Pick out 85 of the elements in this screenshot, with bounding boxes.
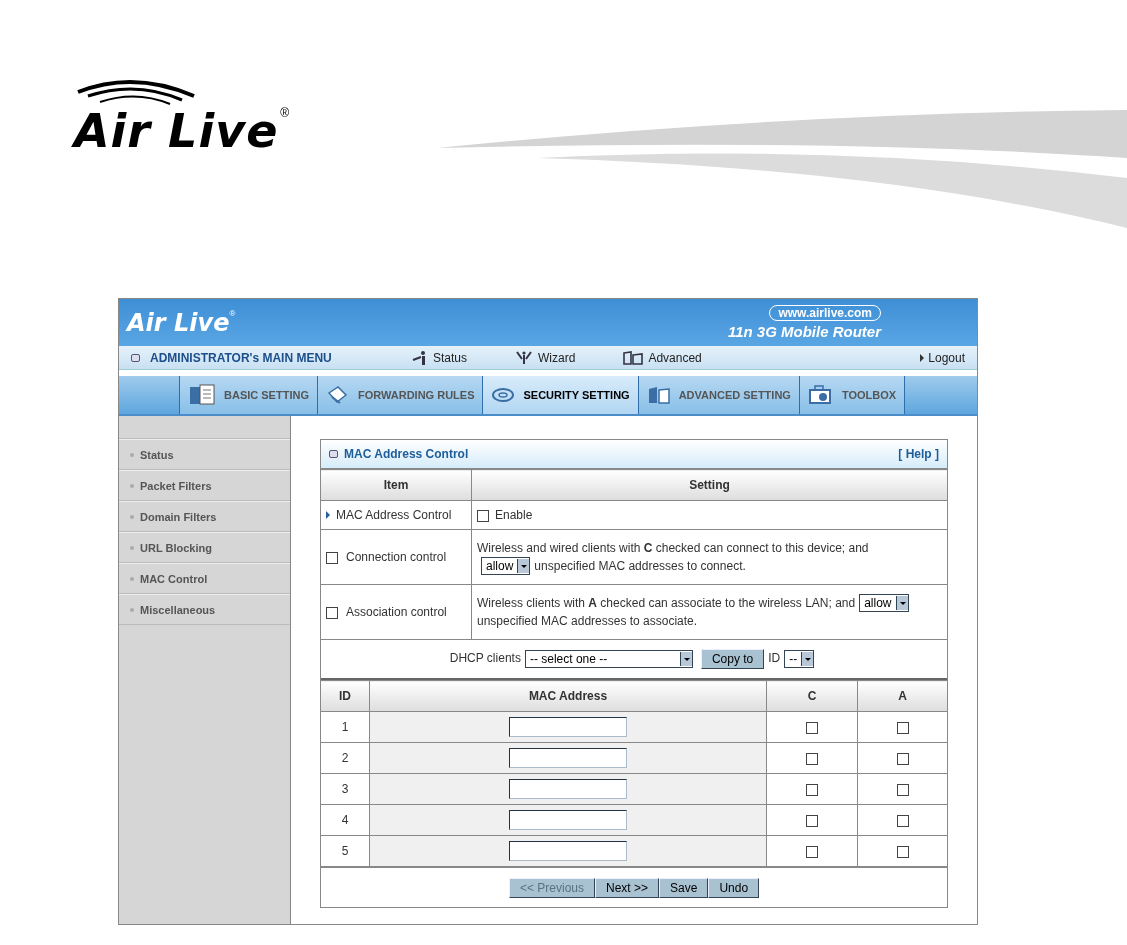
row-id: 1: [341, 720, 349, 734]
dropdown[interactable]: allow: [859, 594, 909, 613]
product-name: 11n 3G Mobile Router: [727, 323, 881, 340]
checkbox[interactable]: [806, 783, 818, 796]
item-label: Association control: [346, 605, 447, 619]
menu-link[interactable]: Advanced: [623, 350, 702, 365]
checkbox-label: Enable: [495, 508, 533, 522]
checkbox[interactable]: [326, 551, 338, 564]
checkbox[interactable]: [806, 845, 818, 858]
nav-tab[interactable]: FORWARDING RULES: [317, 376, 484, 414]
nav-tab[interactable]: ADVANCED SETTING: [638, 376, 800, 414]
setting-description: Wireless clients with A checked can associate to the wireless LAN; and: [477, 595, 856, 610]
sidebar-item[interactable]: Status: [119, 439, 290, 470]
setting-description: Wireless and wired clients with C checked can connect to this device; and: [477, 540, 869, 555]
mac-address-field[interactable]: [509, 810, 627, 830]
logo-text: Air Live: [127, 308, 230, 337]
action-button[interactable]: Save: [659, 877, 709, 898]
toolbox-icon: [807, 385, 834, 405]
mac-address-field[interactable]: [509, 779, 627, 799]
person-icon: [412, 350, 428, 365]
checkbox[interactable]: [896, 814, 909, 827]
action-button[interactable]: Next >>: [595, 877, 659, 898]
column-header: MAC Address: [369, 680, 767, 712]
bullet-icon: [130, 452, 134, 457]
setting-description: unspecified MAC addresses to associate.: [477, 614, 698, 629]
item-label: MAC Address Control: [336, 508, 452, 522]
item-label: Connection control: [346, 550, 447, 564]
sidebar-item[interactable]: MAC Control: [119, 563, 290, 594]
sidebar-item[interactable]: Domain Filters: [119, 501, 290, 532]
bullet-icon: [130, 514, 134, 519]
checkbox[interactable]: [896, 721, 909, 734]
sidebar-item[interactable]: URL Blocking: [119, 532, 290, 563]
checkbox[interactable]: [477, 509, 489, 522]
column-header: Item: [321, 469, 472, 501]
checkbox[interactable]: [896, 752, 909, 765]
bullet-icon: [130, 607, 134, 612]
column-header: Setting: [471, 469, 947, 501]
mac-address-field[interactable]: [509, 841, 627, 861]
nav-tab[interactable]: TOOLBOX: [799, 376, 906, 414]
menu-link[interactable]: Wizard: [515, 350, 576, 365]
bullet-icon: [130, 576, 134, 581]
checkbox[interactable]: [806, 721, 818, 734]
mac-address-field[interactable]: [509, 717, 627, 737]
checkbox[interactable]: [326, 606, 338, 619]
folder-icon: [623, 350, 644, 365]
row-id: 4: [341, 813, 349, 827]
help-link[interactable]: [ Help ]: [898, 447, 939, 461]
nut-icon: [491, 386, 516, 404]
square-bullet-icon: [131, 353, 140, 362]
triangle-icon: [326, 511, 330, 519]
row-id: 3: [341, 782, 349, 796]
sidebar-item[interactable]: Miscellaneous: [119, 594, 290, 625]
nav-tab[interactable]: BASIC SETTING: [180, 376, 318, 414]
document-icon: [188, 384, 216, 406]
square-bullet-icon: [329, 450, 338, 458]
dropdown[interactable]: allow: [481, 557, 531, 576]
column-header: ID: [321, 680, 370, 712]
triangle-icon: [920, 353, 925, 362]
checkbox[interactable]: [896, 845, 909, 858]
nav-tab[interactable]: SECURITY SETTING: [483, 376, 639, 414]
field-label: DHCP clients: [449, 651, 521, 666]
column-header: C: [766, 680, 858, 712]
action-button[interactable]: Undo: [708, 877, 760, 898]
logout-link[interactable]: Logout: [920, 350, 965, 365]
checkbox[interactable]: [896, 783, 909, 796]
panel-title: MAC Address Control: [344, 447, 470, 461]
row-id: 5: [341, 844, 349, 858]
bullet-icon: [130, 483, 134, 488]
menu-link[interactable]: Status: [412, 350, 468, 365]
menu-title: ADMINISTRATOR's MAIN MENU: [150, 350, 333, 365]
sidebar-item[interactable]: Packet Filters: [119, 470, 290, 501]
registered-mark: ®: [229, 308, 236, 318]
bullet-icon: [130, 545, 134, 550]
mac-address-field[interactable]: [509, 748, 627, 768]
field-label: ID: [768, 651, 781, 666]
checkbox[interactable]: [806, 814, 818, 827]
column-header: A: [857, 680, 947, 712]
checkbox[interactable]: [806, 752, 818, 765]
row-id: 2: [341, 751, 349, 765]
dropdown[interactable]: -- select one --: [524, 650, 693, 668]
dropdown[interactable]: --: [784, 650, 815, 668]
copy-button[interactable]: Copy to: [700, 649, 765, 669]
setting-description: unspecified MAC addresses to connect.: [534, 558, 746, 573]
registered-mark: ®: [280, 106, 290, 120]
folder-icon: [646, 385, 671, 405]
